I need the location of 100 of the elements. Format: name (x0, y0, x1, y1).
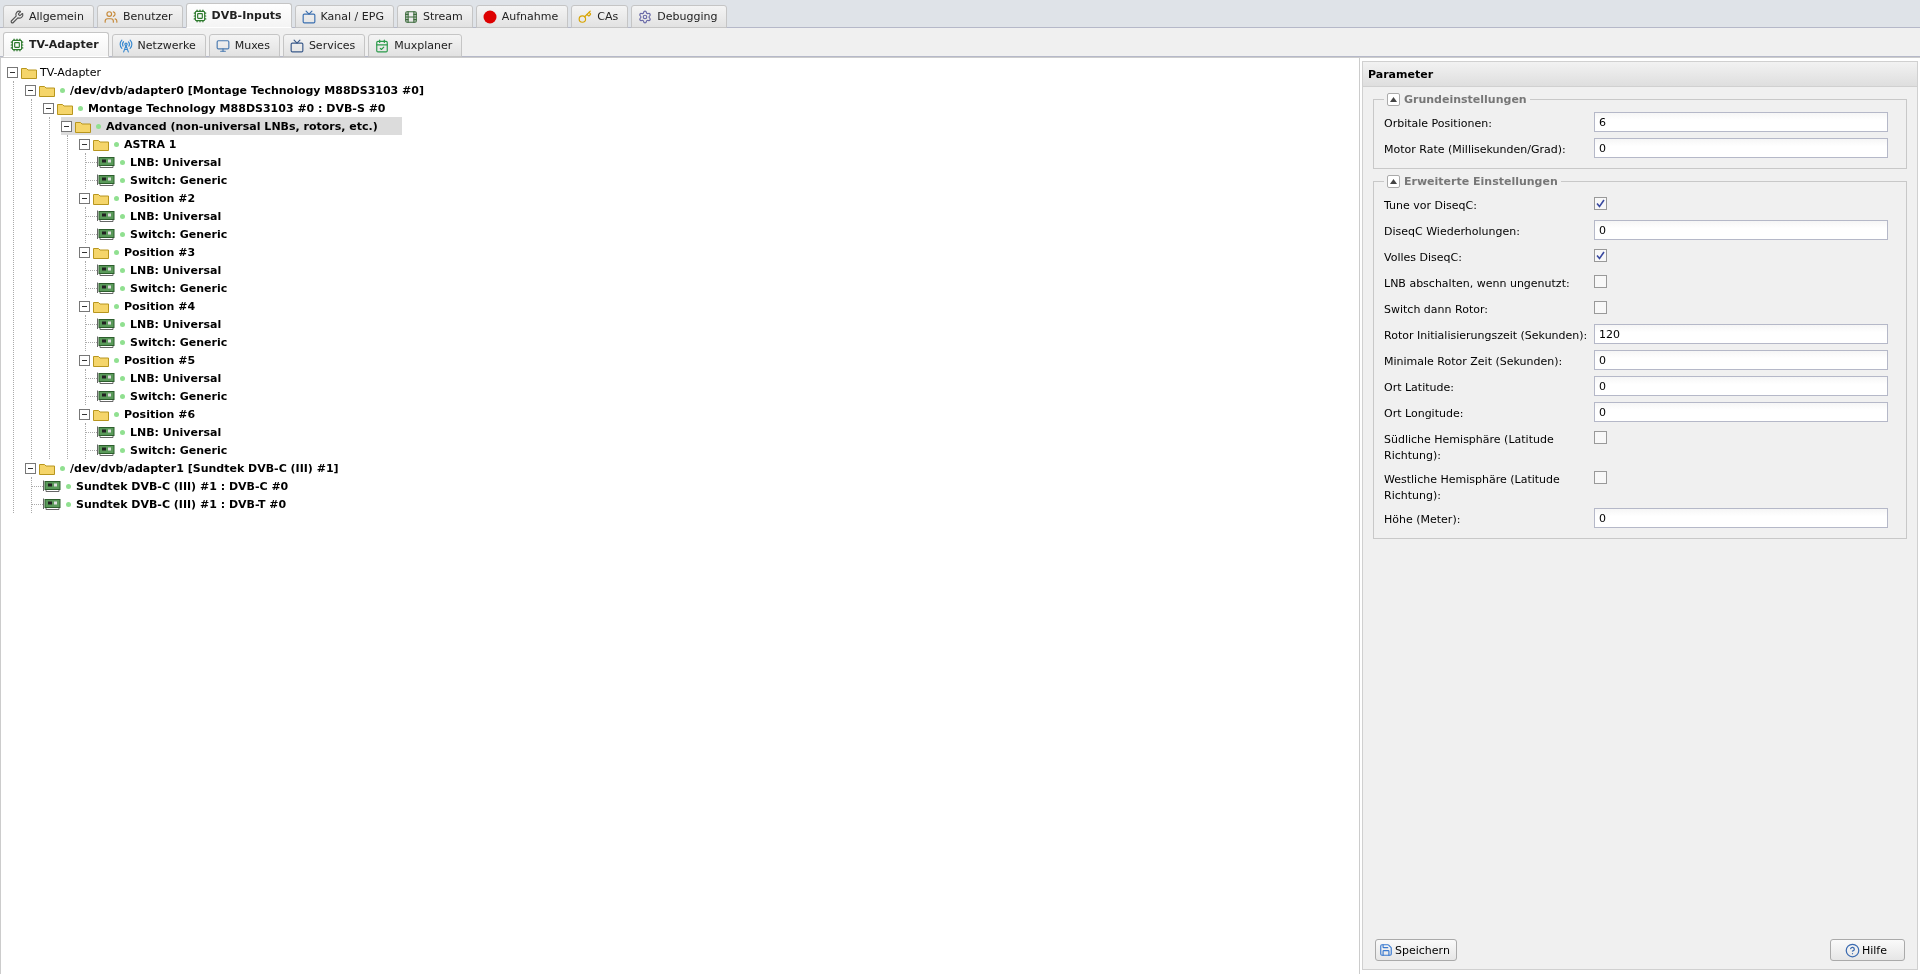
input-field[interactable]: 0 (1594, 376, 1888, 396)
status-dot-icon (114, 357, 119, 363)
input-field[interactable]: 0 (1594, 402, 1888, 422)
tree-row[interactable]: Switch: Generic (97, 441, 252, 459)
tab-icon (118, 38, 133, 53)
tree-row[interactable]: Sundtek DVB-C (III) #1 : DVB-C #0 (43, 477, 313, 495)
checkbox[interactable] (1594, 249, 1607, 262)
tree-row[interactable]: /dev/dvb/adapter0 [Montage Technology M88DS3103 #0] (25, 81, 448, 99)
tree-row[interactable]: LNB: Universal (97, 207, 246, 225)
status-dot-icon (114, 249, 119, 255)
folder-icon (93, 245, 109, 259)
checkbox[interactable] (1594, 275, 1607, 288)
collapse-icon[interactable] (79, 246, 90, 258)
tree-label: Advanced (non-universal LNBs, rotors, etc.) (106, 119, 378, 133)
status-dot-icon (78, 105, 83, 111)
checkbox[interactable] (1594, 197, 1607, 210)
checkbox[interactable] (1594, 471, 1607, 484)
tree-label: ASTRA 1 (124, 137, 177, 151)
tree-row[interactable]: Switch: Generic (97, 279, 252, 297)
input-field[interactable]: 0 (1594, 350, 1888, 370)
tree-row[interactable]: Advanced (non-universal LNBs, rotors, etc.) (61, 117, 402, 135)
status-dot-icon (120, 177, 125, 183)
tab[interactable]: Benutzer (96, 5, 183, 28)
field-label: Orbitale Positionen: (1384, 116, 1493, 132)
status-dot-icon (114, 303, 119, 309)
tree-label: TV-Adapter (40, 65, 101, 79)
tree-row[interactable]: Switch: Generic (97, 333, 252, 351)
tree-row[interactable]: Switch: Generic (97, 225, 252, 243)
tab-icon (638, 9, 653, 24)
collapse-icon[interactable] (25, 84, 36, 96)
input-field[interactable]: 6 (1594, 112, 1888, 132)
tree-row[interactable]: LNB: Universal (97, 153, 246, 171)
tree-row[interactable]: LNB: Universal (97, 315, 246, 333)
tab[interactable]: Netzwerke (111, 34, 206, 57)
tab[interactable]: Muxes (208, 34, 280, 57)
tree-row[interactable]: /dev/dvb/adapter1 [Sundtek DVB-C (III) #1] (25, 459, 363, 477)
tree-row[interactable]: TV-Adapter (7, 63, 125, 81)
tree-label: Sundtek DVB-C (III) #1 : DVB-T #0 (76, 497, 287, 511)
tree-label: Position #5 (124, 353, 196, 367)
input-field[interactable]: 120 (1594, 324, 1888, 344)
tree-label: Switch: Generic (130, 281, 228, 295)
status-dot-icon (60, 465, 65, 471)
tab[interactable]: Kanal / EPG (294, 5, 394, 28)
collapse-icon[interactable] (79, 354, 90, 366)
checkbox[interactable] (1594, 301, 1607, 314)
collapse-icon[interactable] (1387, 93, 1400, 106)
tab[interactable]: Services (282, 34, 366, 57)
field-label: LNB abschalten, wenn ungenutzt: (1384, 276, 1571, 292)
tree-row[interactable]: Position #5 (79, 351, 220, 369)
tab[interactable]: Debugging (631, 5, 728, 28)
collapse-icon[interactable] (79, 192, 90, 204)
tree-row[interactable]: ASTRA 1 (79, 135, 201, 153)
card-icon (43, 498, 61, 510)
collapse-icon[interactable] (1387, 175, 1400, 188)
collapse-icon[interactable] (79, 138, 90, 150)
tree-row[interactable]: LNB: Universal (97, 369, 246, 387)
help-button[interactable]: Hilfe (1830, 939, 1905, 961)
tab[interactable]: CAs (571, 5, 629, 28)
field-label: Südliche Hemisphäre (Latitude Richtung): (1384, 432, 1555, 464)
save-button[interactable]: Speichern (1375, 939, 1457, 961)
checkbox[interactable] (1594, 431, 1607, 444)
tab[interactable]: TV-Adapter (3, 32, 109, 57)
input-field[interactable]: 0 (1594, 508, 1888, 528)
tree-row[interactable]: Switch: Generic (97, 387, 252, 405)
tab-icon (375, 38, 390, 53)
collapse-icon[interactable] (7, 66, 18, 78)
tab[interactable]: Allgemein (3, 5, 94, 28)
field-label: Rotor Initialisierungszeit (Sekunden): (1384, 328, 1589, 344)
tree-row[interactable]: Sundtek DVB-C (III) #1 : DVB-T #0 (43, 495, 311, 513)
tree-row[interactable]: Position #3 (79, 243, 220, 261)
collapse-icon[interactable] (79, 408, 90, 420)
status-dot-icon (120, 339, 125, 345)
input-field[interactable]: 0 (1594, 138, 1888, 158)
tree-label: Montage Technology M88DS3103 #0 : DVB-S #0 (88, 101, 386, 115)
tree-row[interactable]: Switch: Generic (97, 171, 252, 189)
tab[interactable]: DVB-Inputs (185, 3, 292, 28)
tab[interactable]: Aufnahme (475, 5, 569, 28)
card-icon (97, 426, 115, 438)
card-icon (97, 444, 115, 456)
tab-icon (10, 37, 24, 52)
card-icon (97, 336, 115, 348)
collapse-icon[interactable] (61, 120, 72, 132)
tree-row[interactable]: Position #6 (79, 405, 220, 423)
tree-row[interactable]: LNB: Universal (97, 423, 246, 441)
collapse-icon[interactable] (79, 300, 90, 312)
tree-label: Switch: Generic (130, 227, 228, 241)
tree-label: LNB: Universal (130, 425, 222, 439)
tree-row[interactable]: Position #4 (79, 297, 220, 315)
collapse-icon[interactable] (25, 462, 36, 474)
input-field[interactable]: 0 (1594, 220, 1888, 240)
tab[interactable]: Muxplaner (368, 34, 463, 57)
card-icon (97, 156, 115, 168)
tab[interactable]: Stream (396, 5, 473, 28)
tree-row[interactable]: Position #2 (79, 189, 220, 207)
help-icon (1845, 942, 1860, 958)
folder-icon (39, 461, 55, 475)
collapse-icon[interactable] (43, 102, 54, 114)
tree-row[interactable]: Montage Technology M88DS3103 #0 : DVB-S #0 (43, 99, 410, 117)
folder-icon (93, 299, 109, 313)
tree-row[interactable]: LNB: Universal (97, 261, 246, 279)
